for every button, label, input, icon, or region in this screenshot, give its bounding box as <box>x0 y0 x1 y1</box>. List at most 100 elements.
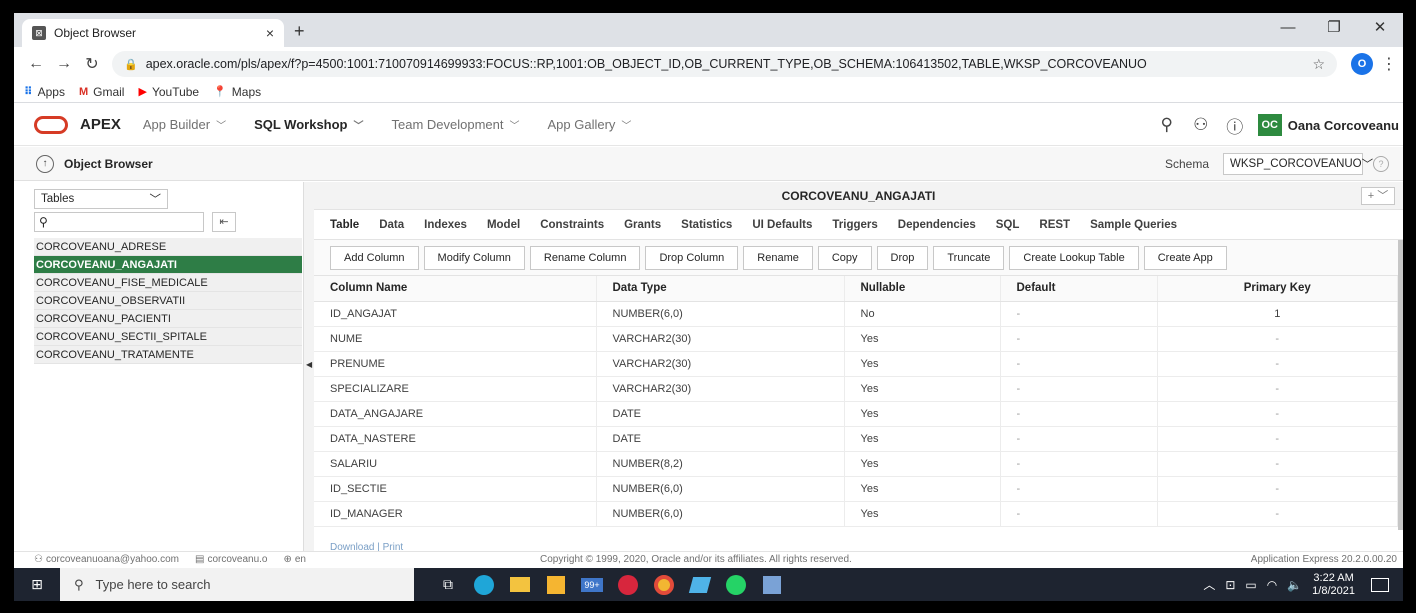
schema-select[interactable]: WKSP_CORCOVEANUO ﹀ <box>1223 153 1373 175</box>
record-icon[interactable] <box>610 568 646 601</box>
truncate-button[interactable]: Truncate <box>933 245 1005 270</box>
search-icon[interactable]: ⚲ <box>1150 115 1184 135</box>
tab-model[interactable]: Model <box>487 219 520 231</box>
column-header[interactable]: Column Name <box>314 276 597 302</box>
close-tab-icon[interactable]: × <box>266 25 274 41</box>
tab-sample-queries[interactable]: Sample Queries <box>1090 219 1177 231</box>
bookmark-gmail[interactable]: M Gmail <box>79 85 125 99</box>
tab-indexes[interactable]: Indexes <box>424 219 467 231</box>
user-admin-icon[interactable]: ⚇ <box>1184 115 1218 135</box>
browser-menu-icon[interactable]: ⋮ <box>1381 54 1397 74</box>
tab-triggers[interactable]: Triggers <box>832 219 877 231</box>
lock-icon[interactable]: 🔒 <box>124 58 138 71</box>
footer-user[interactable]: ⚇ corcoveanuoana@yahoo.com <box>34 554 179 565</box>
scrollbar[interactable] <box>1398 240 1403 530</box>
object-list-item-selected[interactable]: CORCOVEANU_ANGAJATI <box>34 256 302 274</box>
tab-ui-defaults[interactable]: UI Defaults <box>752 219 812 231</box>
object-search[interactable]: ⚲ <box>34 212 204 232</box>
windows-start-icon[interactable]: ⊞ <box>14 568 60 601</box>
object-list-item[interactable]: CORCOVEANU_OBSERVATII <box>34 292 302 310</box>
bookmark-youtube[interactable]: ▶ YouTube <box>138 85 199 99</box>
object-list-item[interactable]: CORCOVEANU_TRATAMENTE <box>34 346 302 364</box>
object-list-item[interactable]: CORCOVEANU_SECTII_SPITALE <box>34 328 302 346</box>
bookmark-star-icon[interactable]: ☆ <box>1312 56 1325 73</box>
tab-table[interactable]: Table <box>330 219 359 231</box>
oracle-logo-icon[interactable] <box>34 115 68 134</box>
tab-dependencies[interactable]: Dependencies <box>898 219 976 231</box>
column-header[interactable]: Primary Key <box>1157 276 1398 302</box>
column-header[interactable]: Default <box>1000 276 1158 302</box>
app-icon[interactable] <box>754 568 790 601</box>
schema-help-icon[interactable]: ? <box>1373 156 1389 172</box>
reload-icon[interactable]: ↻ <box>78 54 106 74</box>
mail-icon[interactable]: 99+ <box>574 568 610 601</box>
whatsapp-icon[interactable] <box>718 568 754 601</box>
wifi-icon[interactable]: ◠ <box>1267 578 1277 592</box>
create-app-button[interactable]: Create App <box>1143 245 1227 270</box>
column-header[interactable]: Data Type <box>596 276 845 302</box>
column-header[interactable]: Nullable <box>844 276 1001 302</box>
rename-button[interactable]: Rename <box>743 245 813 270</box>
drop-button[interactable]: Drop <box>876 245 929 270</box>
object-type-select[interactable]: Tables ﹀ <box>34 189 168 209</box>
notifications-icon[interactable] <box>1371 577 1389 592</box>
forward-icon[interactable]: → <box>50 55 78 73</box>
menu-app-gallery[interactable]: App Gallery ﹀ <box>548 117 632 132</box>
panel-splitter[interactable]: ◀ <box>304 182 314 551</box>
chrome-icon[interactable] <box>646 568 682 601</box>
volume-icon[interactable]: 🔈 <box>1287 578 1302 592</box>
back-icon[interactable]: ← <box>22 55 50 73</box>
address-bar[interactable]: 🔒 apex.oracle.com/pls/apex/f?p=4500:1001… <box>112 51 1337 77</box>
chevron-up-icon[interactable]: ︿ <box>1203 576 1215 593</box>
menu-sql-workshop[interactable]: SQL Workshop ﹀ <box>254 117 363 132</box>
notes-icon[interactable] <box>682 568 718 601</box>
footer-workspace[interactable]: ▤ corcoveanu.o <box>195 554 268 565</box>
create-lookup-table-button[interactable]: Create Lookup Table <box>1009 245 1139 270</box>
edge-icon[interactable] <box>466 568 502 601</box>
task-view-icon[interactable]: ⧉ <box>430 568 466 601</box>
drop-column-button[interactable]: Drop Column <box>645 245 739 270</box>
store-icon[interactable] <box>538 568 574 601</box>
user-menu[interactable]: OC Oana Corcoveanu <box>1257 114 1399 136</box>
add-column-button[interactable]: Add Column <box>330 245 419 270</box>
clock[interactable]: 3:22 AM 1/8/2021 <box>1312 572 1355 598</box>
object-search-input[interactable] <box>51 216 192 228</box>
copy-button[interactable]: Copy <box>817 245 872 270</box>
file-explorer-icon[interactable] <box>502 568 538 601</box>
bookmark-apps[interactable]: ⠿ Apps <box>24 85 65 99</box>
apex-brand[interactable]: APEX <box>80 116 121 133</box>
table-row: DATA_ANGAJARE DATE Yes - - <box>314 401 1398 427</box>
create-object-button[interactable]: + ﹀ <box>1361 187 1395 205</box>
modify-column-button[interactable]: Modify Column <box>423 245 525 270</box>
minimize-icon[interactable]: — <box>1265 13 1311 47</box>
tab-statistics[interactable]: Statistics <box>681 219 732 231</box>
collapse-arrow-icon[interactable]: ◀ <box>306 360 312 369</box>
object-list-item[interactable]: CORCOVEANU_FISE_MEDICALE <box>34 274 302 292</box>
url-text[interactable]: apex.oracle.com/pls/apex/f?p=4500:1001:7… <box>146 57 1313 71</box>
profile-avatar[interactable]: O <box>1351 53 1373 75</box>
object-list-item[interactable]: CORCOVEANU_PACIENTI <box>34 310 302 328</box>
bookmark-maps[interactable]: 📍 Maps <box>213 85 261 99</box>
network-icon[interactable]: ⊡ <box>1225 578 1235 592</box>
footer-language[interactable]: ⊕ en <box>283 554 306 565</box>
new-tab-button[interactable]: + <box>294 21 305 42</box>
battery-icon[interactable]: ▭ <box>1245 578 1256 592</box>
menu-team-development[interactable]: Team Development ﹀ <box>392 117 520 132</box>
object-list-item[interactable]: CORCOVEANU_ADRESE <box>34 238 302 256</box>
tab-constraints[interactable]: Constraints <box>540 219 604 231</box>
up-arrow-icon[interactable]: ↑ <box>36 154 54 173</box>
menu-app-builder[interactable]: App Builder ﹀ <box>143 117 226 132</box>
tab-sql[interactable]: SQL <box>996 219 1020 231</box>
close-window-icon[interactable]: ✕ <box>1357 13 1403 47</box>
tab-data[interactable]: Data <box>379 219 404 231</box>
cell-data-type: DATE <box>596 426 845 452</box>
help-icon[interactable]: ⓘ <box>1218 113 1252 138</box>
tab-grants[interactable]: Grants <box>624 219 661 231</box>
restore-icon[interactable]: ❐ <box>1311 13 1357 47</box>
browser-tab[interactable]: ⊠ Object Browser × <box>22 19 284 47</box>
taskbar-search[interactable]: ⚲ Type here to search <box>60 568 414 601</box>
collapse-panel-button[interactable]: ⇤ <box>212 212 236 232</box>
tab-rest[interactable]: REST <box>1039 219 1070 231</box>
rename-column-button[interactable]: Rename Column <box>529 245 641 270</box>
cell-column-name: ID_SECTIE <box>314 476 597 502</box>
